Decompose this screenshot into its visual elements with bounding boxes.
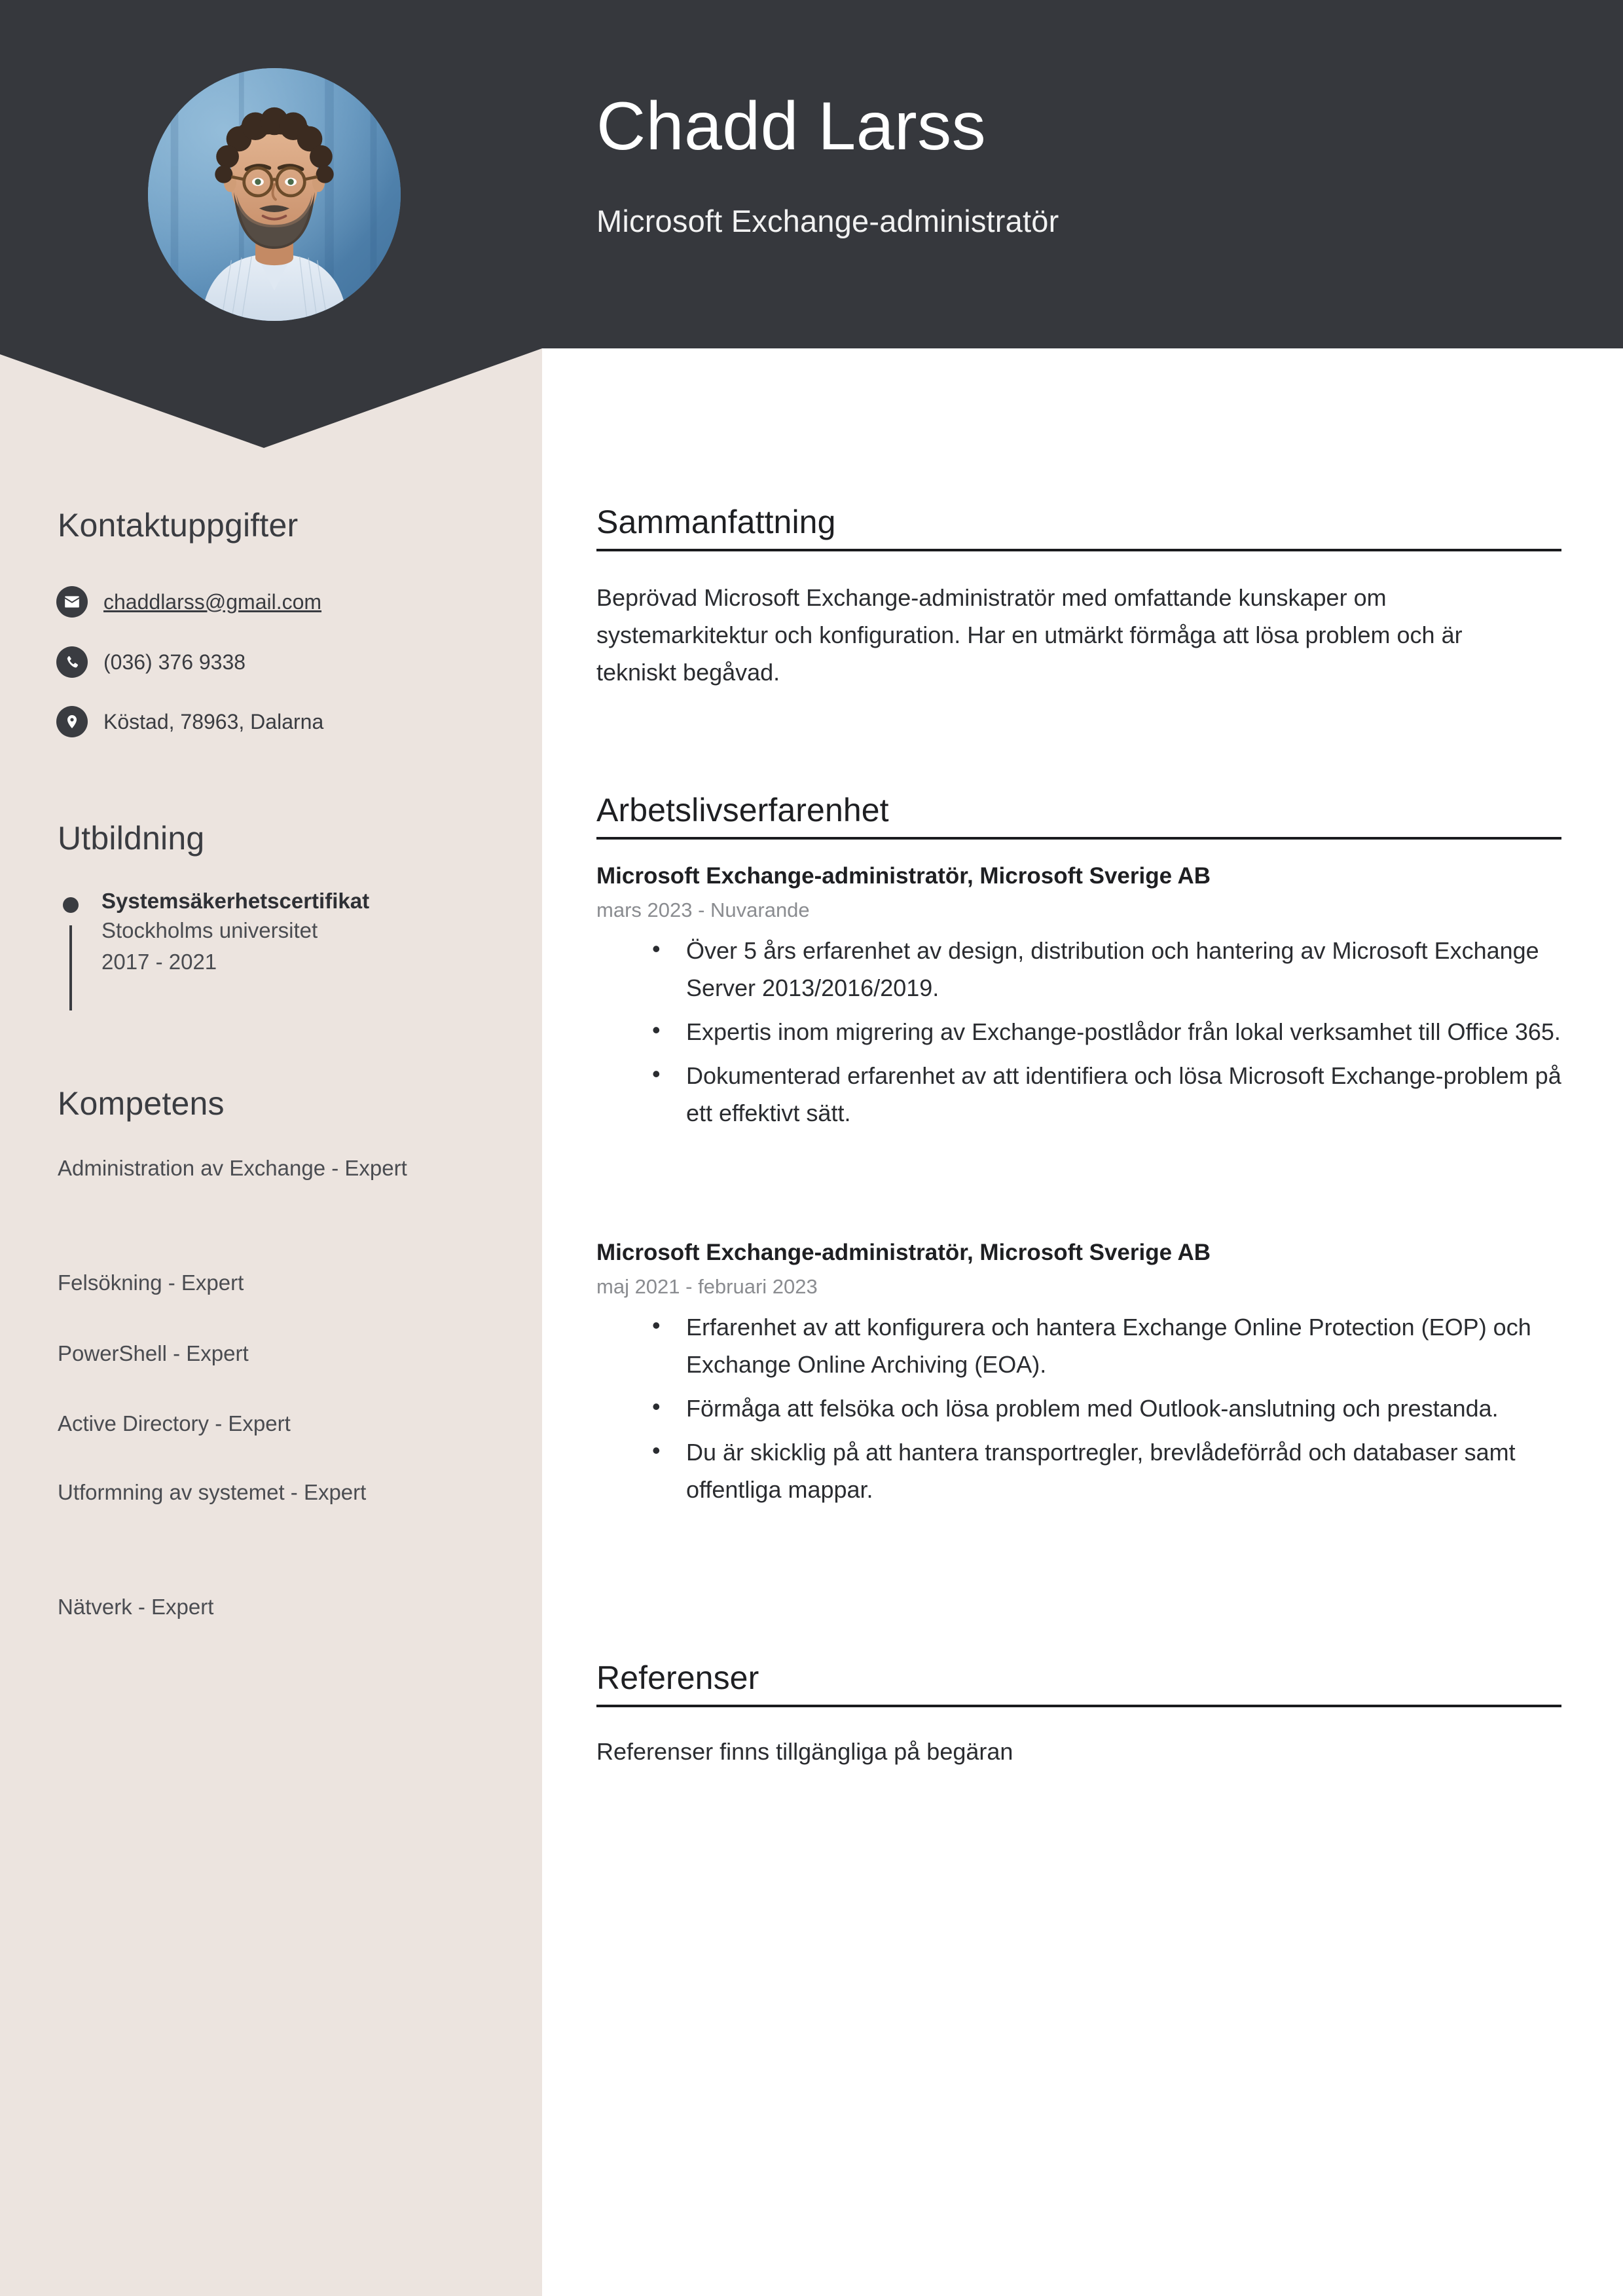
job-title-company: Microsoft Exchange-administratör, Micros… [596,1240,1211,1265]
job-title-company: Microsoft Exchange-administratör, Micros… [596,863,1211,889]
references-rule [596,1705,1561,1707]
header-background-right [542,0,1623,348]
job-bullet: Över 5 års erfarenhet av design, distrib… [652,931,1569,1007]
education-timeline-line [69,925,72,1010]
job-bullet: Dokumenterad erfarenhet av att identifie… [652,1056,1569,1132]
summary-rule [596,549,1561,551]
job-bullet-list: Över 5 års erfarenhet av design, distrib… [652,931,1569,1138]
references-text: Referenser finns tillgängliga på begäran [596,1738,1013,1765]
contact-email-value[interactable]: chaddlarss@gmail.com [103,590,321,614]
education-degree: Systemsäkerhetscertifikat [101,889,370,913]
skill-item: Utformning av systemet - Expert [58,1480,367,1504]
skills-heading: Kompetens [58,1085,225,1122]
summary-text: Beprövad Microsoft Exchange-administratö… [596,584,1463,686]
summary-heading: Sammanfattning [596,504,836,540]
job-bullet: Du är skicklig på att hantera transportr… [652,1432,1569,1509]
contact-heading: Kontaktuppgifter [58,507,299,544]
job-bullet: Förmåga att felsöka och lösa problem med… [652,1388,1569,1428]
envelope-icon [56,586,88,618]
contact-item-phone[interactable]: (036) 376 9338 [56,646,246,678]
contact-address-value[interactable]: Köstad, 78963, Dalarna [103,710,323,734]
contact-item-address[interactable]: Köstad, 78963, Dalarna [56,706,323,737]
phone-icon [56,646,88,678]
job-dates: mars 2023 - Nuvarande [596,898,810,921]
skill-item: PowerShell - Expert [58,1341,249,1365]
skill-item: Active Directory - Expert [58,1411,291,1435]
skill-item: Administration av Exchange - Expert [58,1156,407,1180]
education-bullet-dot [63,897,79,913]
references-heading: Referenser [596,1659,759,1696]
experience-heading: Arbetslivserfarenhet [596,792,889,828]
skill-item: Nätverk - Expert [58,1595,214,1619]
job-bullet: Expertis inom migrering av Exchange-post… [652,1012,1569,1051]
experience-rule [596,837,1561,840]
job-bullet-list: Erfarenhet av att konfigurera och hanter… [652,1307,1569,1515]
education-years: 2017 - 2021 [101,950,217,974]
job-title: Microsoft Exchange-administratör [596,204,1059,238]
education-heading: Utbildning [58,820,205,857]
education-entry: Systemsäkerhetscertifikat Stockholms uni… [58,887,490,1010]
location-pin-icon [56,706,88,737]
avatar [148,68,401,321]
resume-page: Chadd Larss Microsoft Exchange-administr… [0,0,1623,2296]
contact-phone-value[interactable]: (036) 376 9338 [103,650,246,675]
contact-item-email[interactable]: chaddlarss@gmail.com [56,586,321,618]
job-bullet: Erfarenhet av att konfigurera och hanter… [652,1307,1569,1384]
page-title: Chadd Larss [596,88,987,164]
education-school: Stockholms universitet [101,918,318,943]
job-dates: maj 2021 - februari 2023 [596,1275,818,1298]
skill-item: Felsökning - Expert [58,1270,244,1295]
